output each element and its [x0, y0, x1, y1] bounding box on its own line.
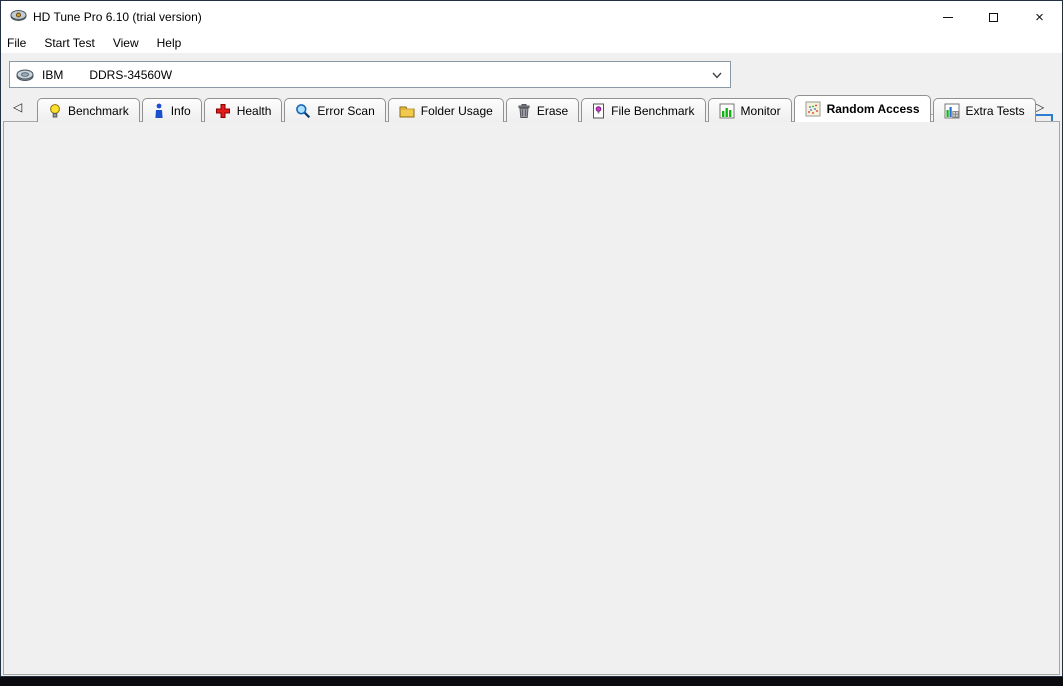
minimize-icon	[942, 16, 953, 18]
tab-bar: Benchmark Info Health Error Scan Folder …	[37, 95, 1038, 122]
menu-view[interactable]: View	[104, 33, 148, 53]
tab-random-access[interactable]: Random Access	[793, 95, 931, 122]
tab-benchmark[interactable]: Benchmark	[37, 98, 140, 122]
folder-icon	[399, 106, 415, 117]
tab-label: File Benchmark	[611, 103, 695, 118]
tab-extra-tests[interactable]: Extra Tests	[932, 98, 1036, 122]
tab-health[interactable]: Health	[203, 98, 283, 122]
scatter-icon	[805, 101, 821, 117]
health-cross-icon	[215, 103, 230, 118]
trash-icon	[518, 103, 530, 118]
tab-file-benchmark[interactable]: File Benchmark	[581, 98, 706, 122]
menu-start-test[interactable]: Start Test	[35, 33, 103, 53]
hd-tune-app-icon	[10, 10, 27, 21]
close-button[interactable]: ×	[1017, 1, 1062, 33]
monitor-chart-icon	[719, 103, 735, 118]
chevron-down-icon	[712, 72, 722, 79]
file-benchmark-icon	[593, 103, 605, 118]
maximize-icon	[989, 12, 998, 22]
tab-label: Health	[236, 103, 272, 118]
window-title: HD Tune Pro 6.10 (trial version)	[33, 10, 202, 24]
tab-label: Extra Tests	[965, 103, 1025, 118]
drive-vendor: IBM	[42, 67, 64, 82]
tab-label: Info	[170, 103, 191, 118]
lightbulb-icon	[50, 103, 60, 117]
tab-scroll-left-button[interactable]: ◁	[13, 100, 22, 114]
menu-file[interactable]: File	[1, 33, 35, 53]
close-icon: ×	[1035, 8, 1044, 26]
toolbar: IBM DDRS-34560W -- °C	[1, 53, 1062, 141]
tab-label: Erase	[536, 103, 569, 118]
tab-label: Error Scan	[317, 103, 375, 118]
extra-tests-icon	[944, 103, 959, 118]
tab-erase[interactable]: Erase	[505, 98, 580, 122]
info-icon	[155, 103, 163, 118]
minimize-button[interactable]	[925, 1, 970, 33]
app-window: HD Tune Pro 6.10 (trial version) × File …	[0, 0, 1063, 677]
disk-icon	[16, 69, 34, 81]
title-bar: HD Tune Pro 6.10 (trial version) ×	[1, 1, 1062, 33]
menu-bar: File Start Test View Help	[1, 33, 1062, 53]
drive-select-dropdown[interactable]: IBM DDRS-34560W	[9, 61, 731, 88]
random-access-panel	[3, 121, 1060, 675]
magnifier-icon	[296, 103, 311, 118]
tab-label: Folder Usage	[420, 103, 493, 118]
maximize-button[interactable]	[971, 1, 1016, 33]
tab-label: Benchmark	[68, 103, 129, 118]
tab-label: Monitor	[740, 103, 781, 118]
tab-label: Random Access	[826, 102, 920, 116]
tab-folder-usage[interactable]: Folder Usage	[387, 98, 504, 122]
tab-error-scan[interactable]: Error Scan	[284, 98, 386, 122]
menu-help[interactable]: Help	[148, 33, 191, 53]
tab-monitor[interactable]: Monitor	[707, 98, 792, 122]
tab-info[interactable]: Info	[141, 98, 202, 122]
drive-model: DDRS-34560W	[89, 67, 173, 82]
